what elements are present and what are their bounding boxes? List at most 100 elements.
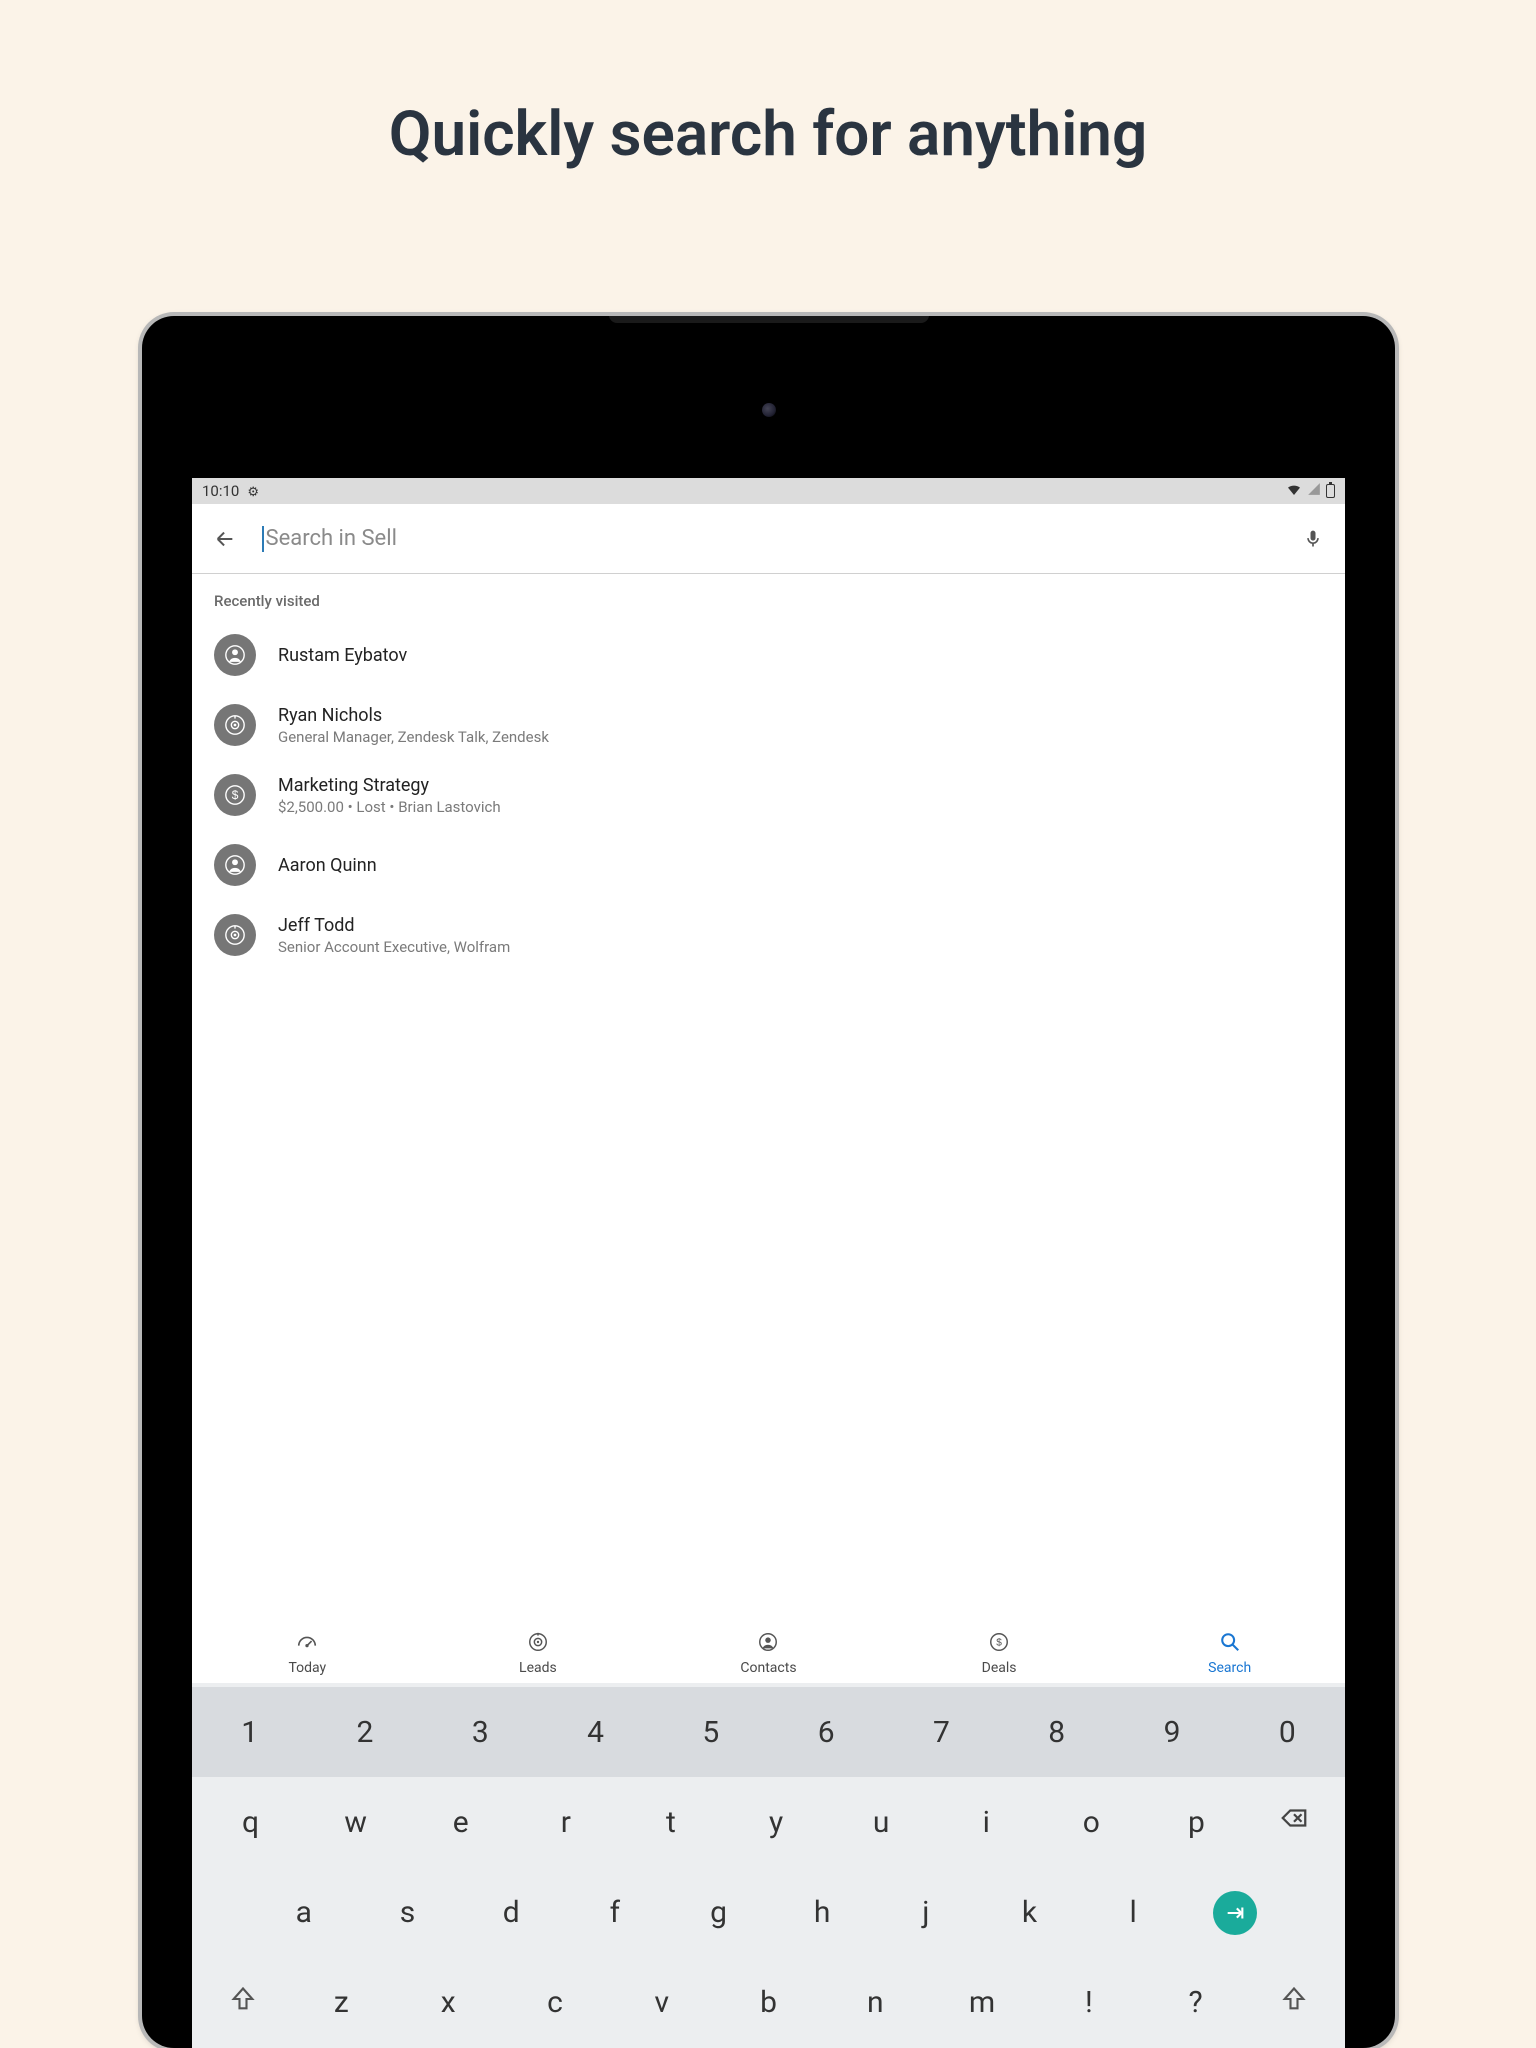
svg-text:$: $ [996, 1637, 1002, 1648]
key-1[interactable]: 1 [192, 1692, 307, 1772]
nav-leads[interactable]: Leads [423, 1623, 654, 1683]
key-shift-left[interactable] [198, 1963, 288, 2043]
key-q[interactable]: q [198, 1782, 303, 1862]
keyboard-row-2: q w e r t y u i o p [192, 1777, 1345, 1867]
key-5[interactable]: 5 [653, 1692, 768, 1772]
svg-text:$: $ [232, 788, 239, 802]
signal-icon [1307, 482, 1321, 500]
list-item[interactable]: Ryan Nichols General Manager, Zendesk Ta… [192, 690, 1345, 760]
key-6[interactable]: 6 [769, 1692, 884, 1772]
key-s[interactable]: s [356, 1873, 460, 1953]
key-e[interactable]: e [408, 1782, 513, 1862]
key-2[interactable]: 2 [307, 1692, 422, 1772]
wifi-icon [1286, 481, 1302, 501]
key-k[interactable]: k [978, 1873, 1082, 1953]
key-backspace[interactable] [1249, 1782, 1339, 1862]
key-t[interactable]: t [618, 1782, 723, 1862]
nav-contacts[interactable]: Contacts [653, 1623, 884, 1683]
key-n[interactable]: n [822, 1963, 929, 2043]
key-4[interactable]: 4 [538, 1692, 653, 1772]
item-title: Marketing Strategy [278, 775, 501, 796]
key-w[interactable]: w [303, 1782, 408, 1862]
list-item[interactable]: Jeff Todd Senior Account Executive, Wolf… [192, 900, 1345, 970]
keyboard-row-4: z x c v b n m ! ? [192, 1958, 1345, 2048]
nav-label: Contacts [740, 1660, 796, 1676]
contact-icon [214, 844, 256, 886]
tablet-camera [762, 403, 776, 417]
item-title: Jeff Todd [278, 915, 510, 936]
key-p[interactable]: p [1144, 1782, 1249, 1862]
key-question[interactable]: ? [1142, 1963, 1249, 2043]
nav-search[interactable]: Search [1114, 1623, 1345, 1683]
search-icon [1219, 1631, 1241, 1657]
promo-headline: Quickly search for anything [0, 0, 1536, 171]
key-z[interactable]: z [288, 1963, 395, 2043]
status-bar: 10:10 [192, 478, 1345, 504]
key-0[interactable]: 0 [1230, 1692, 1345, 1772]
item-title: Ryan Nichols [278, 705, 549, 726]
key-f[interactable]: f [563, 1873, 667, 1953]
nav-label: Today [288, 1660, 326, 1676]
key-shift-right[interactable] [1249, 1963, 1339, 2043]
status-time: 10:10 [202, 482, 239, 500]
keyboard-row-numbers: 1 2 3 4 5 6 7 8 9 0 [192, 1687, 1345, 1777]
nav-label: Search [1208, 1660, 1251, 1676]
key-9[interactable]: 9 [1114, 1692, 1229, 1772]
item-title: Aaron Quinn [278, 855, 377, 876]
key-b[interactable]: b [715, 1963, 822, 2043]
contact-icon [757, 1631, 779, 1657]
shift-icon [229, 1985, 257, 2021]
key-y[interactable]: y [724, 1782, 829, 1862]
search-placeholder: Search in Sell [266, 526, 397, 551]
key-enter[interactable] [1185, 1873, 1285, 1953]
app-screen: 10:10 Search in Sell [192, 478, 1345, 2048]
key-exclaim[interactable]: ! [1035, 1963, 1142, 2043]
key-l[interactable]: l [1081, 1873, 1185, 1953]
enter-icon [1213, 1891, 1257, 1935]
key-r[interactable]: r [513, 1782, 618, 1862]
back-arrow-icon[interactable] [214, 528, 236, 550]
list-item[interactable]: Rustam Eybatov [192, 620, 1345, 690]
nav-deals[interactable]: $ Deals [884, 1623, 1115, 1683]
nav-label: Deals [982, 1660, 1017, 1676]
key-g[interactable]: g [667, 1873, 771, 1953]
tablet-frame: 10:10 Search in Sell [142, 316, 1395, 2048]
shift-icon [1280, 1985, 1308, 2021]
nav-today[interactable]: Today [192, 1623, 423, 1683]
key-u[interactable]: u [829, 1782, 934, 1862]
key-c[interactable]: c [502, 1963, 609, 2043]
list-item[interactable]: Aaron Quinn [192, 830, 1345, 900]
microphone-icon[interactable] [1303, 526, 1323, 552]
search-input[interactable]: Search in Sell [262, 526, 1277, 552]
item-subtitle: General Manager, Zendesk Talk, Zendesk [278, 728, 549, 746]
nav-label: Leads [519, 1660, 557, 1676]
lead-icon [214, 914, 256, 956]
text-cursor [262, 526, 264, 552]
key-x[interactable]: x [395, 1963, 502, 2043]
deal-icon: $ [988, 1631, 1010, 1657]
soft-keyboard: 1 2 3 4 5 6 7 8 9 0 q w e r t y u i o [192, 1683, 1345, 2048]
key-3[interactable]: 3 [423, 1692, 538, 1772]
key-m[interactable]: m [929, 1963, 1036, 2043]
list-item[interactable]: $ Marketing Strategy $2,500.00 • Lost • … [192, 760, 1345, 830]
recently-visited-header: Recently visited [192, 574, 1345, 620]
item-title: Rustam Eybatov [278, 645, 407, 666]
lead-icon [527, 1631, 549, 1657]
keyboard-row-3: a s d f g h j k l [192, 1868, 1345, 1958]
key-v[interactable]: v [608, 1963, 715, 2043]
key-d[interactable]: d [459, 1873, 563, 1953]
item-subtitle: $2,500.00 • Lost • Brian Lastovich [278, 798, 501, 816]
lead-icon [214, 704, 256, 746]
key-7[interactable]: 7 [884, 1692, 999, 1772]
key-i[interactable]: i [934, 1782, 1039, 1862]
search-bar: Search in Sell [192, 504, 1345, 574]
tablet-notch [609, 316, 929, 323]
contact-icon [214, 634, 256, 676]
key-j[interactable]: j [874, 1873, 978, 1953]
bottom-nav: Today Leads Contacts $ Deals [192, 1623, 1345, 1683]
key-h[interactable]: h [770, 1873, 874, 1953]
key-o[interactable]: o [1039, 1782, 1144, 1862]
recently-visited-list: Rustam Eybatov Ryan Nichols General Mana… [192, 620, 1345, 970]
key-8[interactable]: 8 [999, 1692, 1114, 1772]
key-a[interactable]: a [252, 1873, 356, 1953]
